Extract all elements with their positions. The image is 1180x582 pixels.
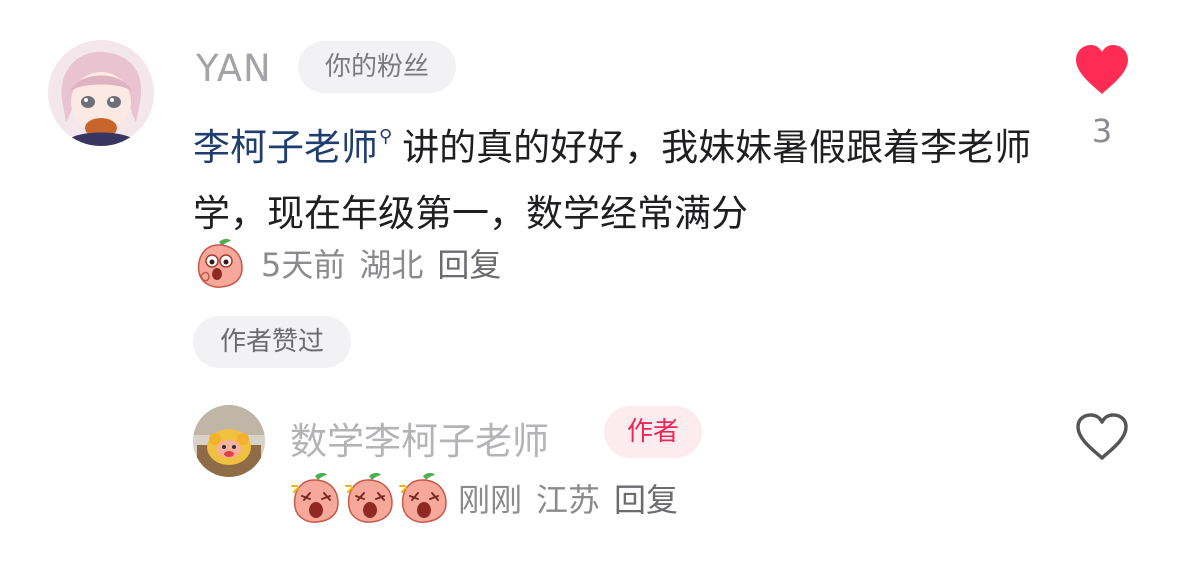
fan-badge: 你的粉丝 bbox=[298, 41, 456, 93]
reply-button[interactable]: 回复 bbox=[437, 240, 501, 286]
reply-reply-button[interactable]: 回复 bbox=[614, 475, 678, 521]
comment-meta: 5天前 湖北 回复 bbox=[193, 236, 501, 290]
peach-face-emoji bbox=[193, 236, 247, 290]
search-icon: ⚲ bbox=[379, 126, 393, 147]
author-avatar[interactable] bbox=[193, 405, 265, 477]
heart-outline-icon bbox=[1076, 413, 1128, 460]
peach-face-emoji bbox=[342, 470, 398, 526]
author-liked-badge: 作者赞过 bbox=[193, 316, 351, 368]
reply-location: 江苏 bbox=[536, 481, 601, 519]
reply-emoji-group bbox=[288, 470, 452, 526]
heart-filled-icon bbox=[1076, 45, 1128, 94]
commenter-username[interactable]: YAN bbox=[196, 47, 272, 90]
comment-location: 湖北 bbox=[359, 246, 424, 284]
comment-text: 李柯子老师⚲ 讲的真的好好，我妹妹暑假跟着李老师学，现在年级第一，数学经常满分 bbox=[193, 104, 1033, 247]
author-username[interactable]: 数学李柯子老师 bbox=[290, 411, 549, 465]
reply-time: 刚刚 bbox=[458, 481, 523, 519]
like-count: 3 bbox=[1091, 112, 1113, 150]
mention-link[interactable]: 李柯子老师 bbox=[193, 126, 378, 169]
comment-time: 5天前 bbox=[261, 246, 346, 284]
like-button[interactable] bbox=[1074, 44, 1130, 96]
peach-face-emoji bbox=[396, 470, 452, 526]
reply-like-button[interactable] bbox=[1074, 412, 1130, 462]
commenter-avatar[interactable] bbox=[48, 40, 154, 146]
peach-face-emoji bbox=[288, 470, 344, 526]
author-badge: 作者 bbox=[604, 406, 702, 458]
reply-meta: 刚刚 江苏 回复 bbox=[288, 470, 678, 526]
